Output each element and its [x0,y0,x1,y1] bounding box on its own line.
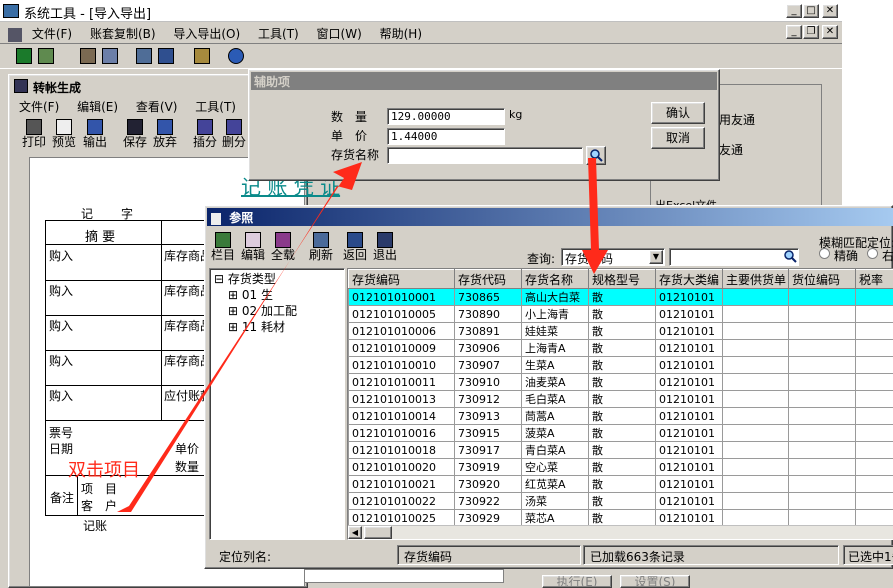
annotation-arrows [117,158,608,512]
annotation-text: 双击项目 [68,460,140,481]
annotation-arrow-down [582,158,608,274]
annotation-arrow-up [117,162,362,512]
